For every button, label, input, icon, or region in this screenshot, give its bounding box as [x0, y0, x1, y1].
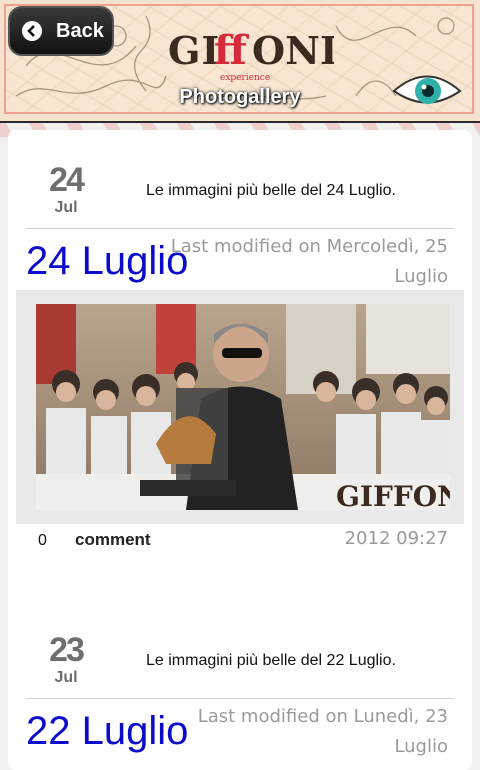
comment-count: 0	[38, 532, 47, 549]
giffoni-logo: GI ff ONI experience	[164, 24, 338, 86]
last-modified: Last modified on Lunedì, 23 Luglio	[148, 702, 448, 762]
back-label: Back	[56, 19, 104, 42]
post-summary: Le immagini più belle del 22 Luglio.	[146, 652, 396, 669]
svg-text:GIFFONI: GIFFONI	[336, 480, 450, 510]
last-modified-time: 2012 09:27	[344, 528, 448, 549]
date-month: Jul	[54, 199, 78, 216]
page-title: Photogallery	[179, 86, 301, 108]
svg-text:ff: ff	[214, 27, 249, 74]
last-modified-line: Luglio	[394, 266, 448, 287]
svg-text:GI: GI	[168, 28, 220, 73]
app-header: GI ff ONI experience Back Photogallery	[0, 0, 480, 123]
date-day: 23	[49, 631, 85, 669]
divider	[26, 228, 454, 229]
last-modified-line: Last modified on Mercoledì, 25	[170, 236, 448, 257]
date-badge: 24 Jul	[36, 162, 96, 218]
date-day: 24	[49, 161, 85, 199]
last-modified: Last modified on Mercoledì, 25 Luglio	[148, 232, 448, 292]
date-month: Jul	[54, 669, 78, 686]
last-modified-line: Last modified on Lunedì, 23	[197, 706, 448, 727]
svg-text:experience: experience	[220, 73, 270, 83]
divider	[26, 698, 454, 699]
svg-text:ONI: ONI	[252, 28, 334, 73]
last-modified-line: Luglio	[394, 736, 448, 757]
comment-link[interactable]: comment	[75, 530, 151, 550]
chevron-left-icon	[22, 21, 42, 41]
gallery-photo[interactable]: GIFFONI	[36, 304, 450, 510]
post-summary: Le immagini più belle del 24 Luglio.	[146, 182, 396, 199]
photo-frame[interactable]: GIFFONI	[16, 290, 464, 524]
date-badge: 23 Jul	[36, 632, 96, 688]
gallery-list: 24 Jul Le immagini più belle del 24 Lugl…	[8, 130, 472, 770]
back-button[interactable]: Back	[8, 6, 114, 56]
